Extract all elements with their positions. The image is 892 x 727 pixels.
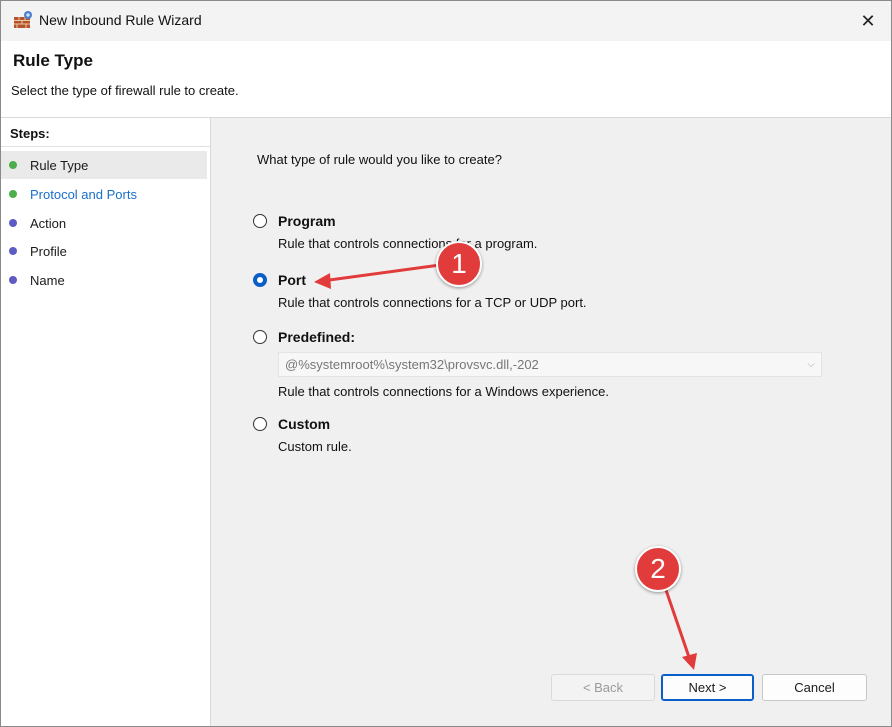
option-label[interactable]: Program	[278, 213, 336, 229]
step-label: Profile	[30, 243, 67, 259]
page-title: Rule Type	[13, 51, 93, 70]
option-description: Rule that controls connections for a Win…	[278, 384, 609, 399]
wizard-window: New Inbound Rule Wizard ✕ Rule Type Sele…	[0, 0, 892, 727]
predefined-radio[interactable]	[253, 330, 267, 344]
step-label: Name	[30, 272, 65, 288]
close-button[interactable]: ✕	[845, 1, 891, 41]
custom-radio[interactable]	[253, 417, 267, 431]
step-protocol-and-ports[interactable]: Protocol and Ports	[1, 180, 207, 208]
option-label[interactable]: Port	[278, 272, 306, 288]
steps-title: Steps:	[10, 126, 50, 141]
step-status-dot-icon	[9, 161, 17, 169]
next-button[interactable]: Next >	[661, 674, 754, 701]
option-description: Rule that controls connections for a pro…	[278, 236, 538, 251]
firewall-icon	[14, 11, 32, 28]
window-title: New Inbound Rule Wizard	[39, 12, 202, 28]
annotation-badge-2: 2	[635, 546, 681, 592]
predefined-select[interactable]: @%systemroot%\system32\provsvc.dll,-202 …	[278, 352, 822, 377]
option-label[interactable]: Predefined:	[278, 329, 355, 345]
port-radio[interactable]	[253, 273, 267, 287]
step-name: Name	[1, 266, 207, 294]
rule-type-question: What type of rule would you like to crea…	[257, 152, 502, 167]
step-status-dot-icon	[9, 276, 17, 284]
step-rule-type[interactable]: Rule Type	[1, 151, 207, 179]
main-panel: What type of rule would you like to crea…	[211, 118, 891, 726]
option-label[interactable]: Custom	[278, 416, 330, 432]
step-status-dot-icon	[9, 247, 17, 255]
back-button[interactable]: < Back	[551, 674, 655, 701]
step-label: Action	[30, 215, 67, 231]
steps-divider	[1, 146, 210, 147]
program-radio[interactable]	[253, 214, 267, 228]
steps-panel: Steps: Rule Type Protocol and Ports Acti…	[1, 118, 211, 726]
close-icon: ✕	[860, 10, 876, 31]
page-subtitle: Select the type of firewall rule to crea…	[11, 83, 239, 98]
step-status-dot-icon	[9, 190, 17, 198]
page-header: Rule Type Select the type of firewall ru…	[1, 41, 891, 118]
step-status-dot-icon	[9, 219, 17, 227]
step-profile: Profile	[1, 237, 207, 265]
option-description: Rule that controls connections for a TCP…	[278, 295, 587, 310]
chevron-down-icon: ⌵	[807, 359, 815, 370]
step-label: Protocol and Ports	[30, 186, 137, 202]
step-label: Rule Type	[30, 157, 89, 173]
step-action: Action	[1, 209, 207, 237]
cancel-button[interactable]: Cancel	[762, 674, 867, 701]
option-description: Custom rule.	[278, 439, 352, 454]
title-bar: New Inbound Rule Wizard ✕	[1, 1, 891, 41]
annotation-badge-1: 1	[436, 241, 482, 287]
predefined-select-value: @%systemroot%\system32\provsvc.dll,-202	[285, 357, 539, 372]
